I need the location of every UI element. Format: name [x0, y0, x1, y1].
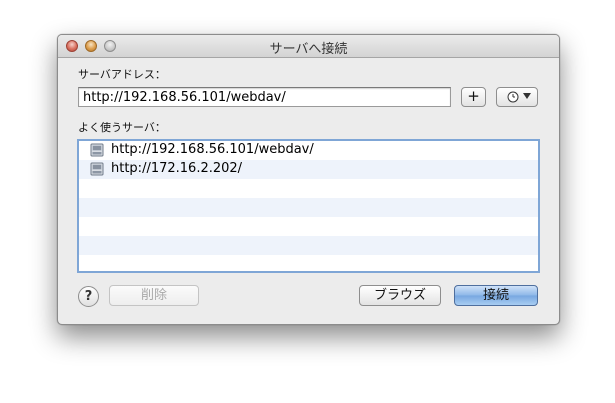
- server-icon: [90, 143, 104, 157]
- help-button[interactable]: ?: [78, 286, 99, 307]
- server-address-label: サーバアドレス：: [78, 68, 166, 81]
- clock-icon: [507, 91, 519, 103]
- empty-row: [79, 198, 538, 217]
- list-item[interactable]: http://172.16.2.202/: [79, 160, 538, 179]
- chevron-down-icon: [523, 93, 531, 99]
- empty-row: [79, 255, 538, 271]
- connect-to-server-window: サーバへ接続 サーバアドレス： + よく使うサーバ： http://192: [57, 34, 560, 325]
- list-item-label: http://172.16.2.202/: [111, 161, 243, 176]
- favorite-servers-list[interactable]: http://192.168.56.101/webdav/ http://172…: [77, 139, 540, 273]
- browse-button[interactable]: ブラウズ: [359, 285, 441, 306]
- list-item[interactable]: http://192.168.56.101/webdav/: [79, 141, 538, 160]
- title-bar[interactable]: サーバへ接続: [58, 35, 559, 58]
- favorite-servers-label: よく使うサーバ：: [78, 121, 166, 134]
- empty-row: [79, 217, 538, 236]
- empty-row: [79, 179, 538, 198]
- connect-button[interactable]: 接続: [454, 285, 538, 306]
- server-address-input[interactable]: [78, 87, 451, 107]
- add-favorite-button[interactable]: +: [461, 87, 486, 107]
- list-item-label: http://192.168.56.101/webdav/: [111, 142, 314, 157]
- delete-button[interactable]: 削除: [109, 285, 199, 306]
- recent-servers-button[interactable]: [496, 87, 538, 107]
- window-title: サーバへ接続: [269, 42, 348, 57]
- empty-row: [79, 236, 538, 255]
- server-icon: [90, 162, 104, 176]
